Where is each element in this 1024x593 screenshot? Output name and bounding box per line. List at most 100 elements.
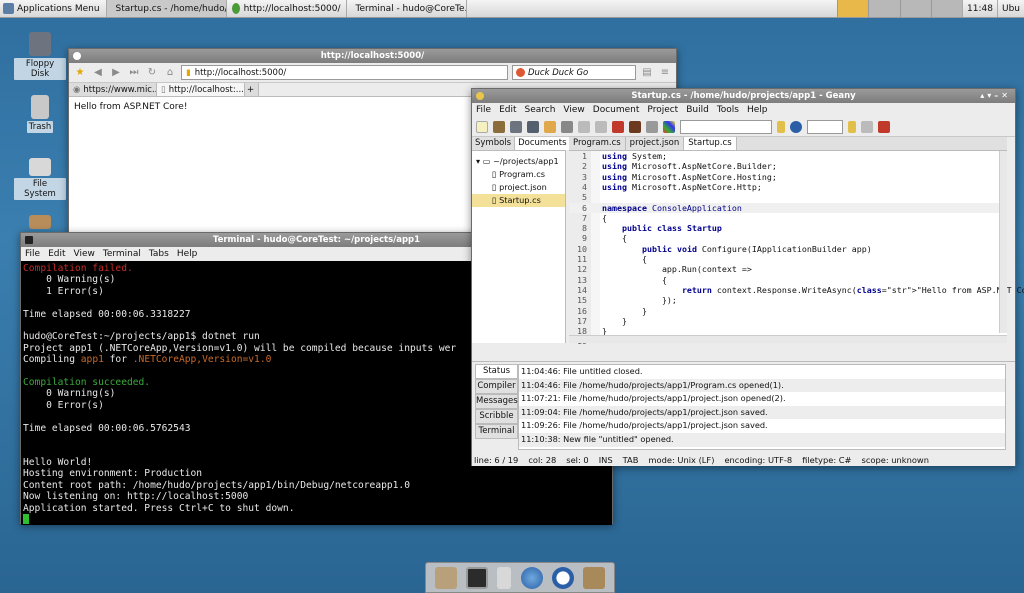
menu-view[interactable]: View [563, 105, 584, 115]
menu-terminal[interactable]: Terminal [103, 249, 141, 259]
home-icon[interactable]: ⌂ [163, 67, 177, 79]
quit-icon[interactable] [878, 120, 890, 133]
code-line: 17 } [569, 316, 1007, 326]
browser-titlebar[interactable]: http://localhost:5000/ [69, 49, 676, 63]
url-bar[interactable]: ▮ http://localhost:5000/ [181, 65, 508, 80]
tab-messages[interactable]: Messages [475, 394, 518, 409]
line-number: 9 [582, 233, 587, 244]
horizontal-scrollbar[interactable] [569, 335, 1007, 343]
terminal-launcher-icon[interactable] [465, 566, 488, 589]
browser-tab-active[interactable]: ▯ http://localhost:... [157, 83, 245, 96]
applications-menu-button[interactable]: Applications Menu [0, 0, 107, 17]
build-icon[interactable] [629, 120, 641, 133]
search-engine-label: Duck Duck Go [528, 67, 589, 78]
search-app-icon[interactable] [551, 566, 574, 589]
taskbar-item-terminal[interactable]: Terminal - hudo@CoreTe... [347, 0, 467, 17]
fast-forward-icon[interactable]: ⏭ [127, 67, 141, 79]
tree-file[interactable]: ▯ Program.cs [472, 168, 565, 181]
geany-titlebar[interactable]: Startup.cs - /home/hudo/projects/app1 - … [472, 89, 1015, 103]
tree-file[interactable]: ▯ project.json [472, 181, 565, 194]
menu-tabs[interactable]: Tabs [149, 249, 169, 259]
taskbar-item-browser[interactable]: http://localhost:5000/ [227, 0, 347, 17]
workspace-3[interactable] [899, 0, 931, 17]
menu-tools[interactable]: Tools [717, 105, 739, 115]
goto-line-icon[interactable] [861, 120, 873, 133]
menu-build[interactable]: Build [686, 105, 709, 115]
menu-document[interactable]: Document [593, 105, 640, 115]
new-tab-button[interactable]: + [245, 83, 259, 96]
menu-search[interactable]: Search [525, 105, 556, 115]
tab-terminal[interactable]: Terminal [475, 424, 518, 439]
tab-symbols[interactable]: Symbols [472, 137, 516, 150]
status-message-list[interactable]: 11:04:46: File untitled closed. 11:04:46… [518, 364, 1006, 450]
workspace-switcher[interactable] [837, 0, 963, 17]
close-icon[interactable] [561, 120, 573, 133]
new-file-icon[interactable] [476, 120, 488, 133]
menu-file[interactable]: File [25, 249, 40, 259]
file-manager-icon[interactable] [497, 566, 512, 589]
color-chooser-icon[interactable] [663, 120, 675, 133]
terminal-cursor [23, 513, 29, 524]
menu-help[interactable]: Help [747, 105, 768, 115]
taskbar-item-geany[interactable]: Startup.cs - /home/hudo/... [106, 0, 227, 17]
desktop-icon-filesystem[interactable]: File System [14, 158, 66, 200]
tab-status[interactable]: Status [475, 364, 518, 379]
downloads-icon[interactable]: ▤ [640, 67, 654, 79]
editor-tab[interactable]: Program.cs [569, 137, 626, 150]
save-icon[interactable] [510, 120, 522, 133]
user-menu[interactable]: Ubu [996, 0, 1024, 17]
save-all-icon[interactable] [527, 120, 539, 133]
search-bar[interactable]: Duck Duck Go [512, 65, 636, 80]
tab-compiler[interactable]: Compiler [475, 379, 518, 394]
menu-icon[interactable]: ≡ [658, 67, 672, 79]
back-icon[interactable] [578, 120, 590, 133]
menu-view[interactable]: View [74, 249, 95, 259]
forward-icon[interactable] [595, 120, 607, 133]
tree-folder[interactable]: ▾ ▭ ~/projects/app1 [472, 155, 565, 168]
folder-launcher-icon[interactable] [583, 566, 606, 589]
menu-help[interactable]: Help [177, 249, 198, 259]
clear-search-icon[interactable] [777, 120, 785, 133]
menu-project[interactable]: Project [647, 105, 678, 115]
tab-scribble[interactable]: Scribble [475, 409, 518, 424]
search-icon[interactable] [790, 120, 802, 133]
search-field[interactable] [680, 119, 772, 134]
editor-tab[interactable]: project.json [626, 137, 685, 150]
reload-icon[interactable]: ↻ [145, 67, 159, 79]
line-number: 13 [577, 274, 587, 285]
browser-tab[interactable]: ◉ https://www.mic... [69, 83, 157, 96]
terminal-line: Compilation succeeded. [23, 377, 151, 389]
desktop-icon-home[interactable] [14, 215, 66, 231]
vertical-scrollbar[interactable] [999, 151, 1007, 333]
code-area[interactable]: 1 using System; 2 using Microsoft.AspNetCor… [569, 151, 1024, 346]
goto-line-field[interactable] [807, 119, 843, 134]
menu-edit[interactable]: Edit [48, 249, 65, 259]
bookmarks-icon[interactable]: ★ [73, 67, 87, 79]
editor-tab-active[interactable]: Startup.cs [684, 137, 737, 150]
execute-icon[interactable] [646, 120, 658, 133]
clock[interactable]: 11:48 [962, 0, 997, 17]
duckduckgo-icon [516, 68, 525, 77]
workspace-4[interactable] [930, 0, 963, 17]
show-desktop-icon[interactable] [434, 566, 457, 589]
back-icon[interactable]: ◀ [91, 67, 105, 79]
compile-icon[interactable] [612, 120, 624, 133]
reload-icon[interactable] [544, 120, 556, 133]
window-controls[interactable]: ▴▾–✕ [980, 89, 1011, 103]
workspace-2[interactable] [868, 0, 900, 17]
tree-file-selected[interactable]: ▯ Startup.cs [472, 194, 565, 207]
forward-icon[interactable]: ▶ [109, 67, 123, 79]
web-browser-icon[interactable] [520, 566, 543, 589]
code-editor[interactable]: Program.cs project.json Startup.cs 1 usin… [569, 137, 1024, 346]
workspace-1[interactable] [837, 0, 869, 17]
geany-window-icon [476, 92, 484, 100]
clear-goto-icon[interactable] [848, 120, 856, 133]
menu-edit[interactable]: Edit [499, 105, 516, 115]
tab-documents[interactable]: Documents [515, 137, 571, 150]
desktop-icon-floppy[interactable]: Floppy Disk [14, 32, 66, 80]
menu-file[interactable]: File [476, 105, 491, 115]
open-file-icon[interactable] [493, 120, 505, 133]
desktop-icon-trash[interactable]: Trash [14, 95, 66, 133]
code-text: { [602, 233, 627, 244]
geany-sidebar: Symbols Documents ▾ ▭ ~/projects/app1 ▯ … [472, 137, 571, 343]
